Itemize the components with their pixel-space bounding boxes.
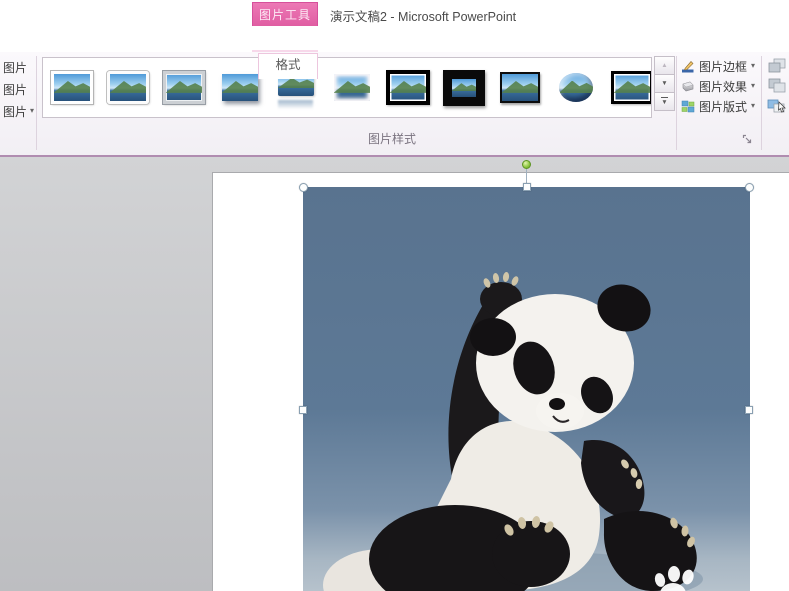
- adjust-item-label: 图片: [3, 81, 27, 98]
- title-bar: 图片工具 演示文稿2 - Microsoft PowerPoint: [0, 0, 789, 26]
- adjust-item-1[interactable]: 图片: [3, 58, 27, 76]
- style-thumb-metal-frame[interactable]: [161, 64, 206, 112]
- style-thumb-image: [107, 71, 149, 104]
- style-thumb-soft-edge-rectangle[interactable]: [329, 64, 374, 112]
- arrow-down-icon: ▼: [661, 99, 667, 106]
- tab-format[interactable]: 格式: [258, 53, 318, 79]
- resize-handle-top-right[interactable]: [745, 183, 754, 192]
- style-thumb-simple-frame-white[interactable]: [49, 64, 94, 112]
- style-thumb-image: [222, 74, 258, 101]
- picture-border-icon: [681, 59, 695, 73]
- style-thumb-simple-frame-black[interactable]: [497, 64, 542, 112]
- resize-handle-middle-left[interactable]: [299, 406, 307, 414]
- style-thumb-double-frame-black[interactable]: [385, 64, 430, 112]
- picture-layout-button[interactable]: 图片版式 ▾: [681, 97, 755, 115]
- chevron-down-icon: ▾: [751, 62, 755, 70]
- style-thumb-black-frame-white-inner[interactable]: [609, 64, 652, 112]
- picture-border-button[interactable]: 图片边框 ▾: [681, 57, 755, 75]
- group-separator: [36, 56, 37, 150]
- ribbon-format: 图片 图片 图片 ▾ ▲ ▼ ▼: [0, 52, 789, 157]
- dialog-launcher-icon[interactable]: [742, 133, 754, 145]
- gallery-scroll-down-button[interactable]: ▼: [654, 74, 675, 93]
- resize-handle-top-left[interactable]: [299, 183, 308, 192]
- ribbon-tab-row: 动画 幻灯片放映 审阅 视图 格式: [0, 26, 789, 52]
- picture-layout-label: 图片版式: [699, 98, 747, 115]
- powerpoint-window: 图片工具 演示文稿2 - Microsoft PowerPoint 动画 幻灯片…: [0, 0, 789, 591]
- style-thumb-image: [334, 74, 370, 101]
- style-thumb-rounded-white-frame[interactable]: [105, 64, 150, 112]
- style-thumb-image: [51, 71, 93, 104]
- style-thumb-thick-mat-black[interactable]: [441, 64, 486, 112]
- picture-border-label: 图片边框: [699, 58, 747, 75]
- picture-effects-label: 图片效果: [699, 78, 747, 95]
- panda-picture[interactable]: [303, 187, 750, 591]
- picture-effects-icon: [681, 79, 695, 93]
- chevron-down-icon: ▾: [751, 102, 755, 110]
- selection-pane-icon[interactable]: [766, 98, 789, 114]
- window-title: 演示文稿2 - Microsoft PowerPoint: [330, 6, 516, 25]
- chevron-down-icon: ▾: [30, 107, 34, 115]
- send-backward-icon[interactable]: [766, 78, 789, 94]
- chevron-down-icon: ▾: [751, 82, 755, 90]
- picture-styles-gallery: [42, 57, 652, 118]
- bring-forward-icon[interactable]: [766, 58, 789, 74]
- style-thumb-image: [559, 73, 593, 102]
- gallery-scroll-up-button[interactable]: ▲: [654, 56, 675, 75]
- picture-styles-group-label: 图片样式: [42, 130, 742, 147]
- gallery-scrollbar: ▲ ▼ ▼: [654, 57, 675, 111]
- style-thumb-image: [386, 70, 430, 105]
- style-thumb-drop-shadow-rectangle[interactable]: [217, 64, 262, 112]
- picture-effects-button[interactable]: 图片效果 ▾: [681, 77, 755, 95]
- style-thumb-image: [163, 71, 205, 104]
- group-separator: [761, 56, 762, 150]
- panda-photo-graphic: [303, 187, 750, 591]
- gallery-more-button[interactable]: ▼: [654, 92, 675, 111]
- style-thumb-metal-oval[interactable]: [553, 64, 598, 112]
- more-bar-icon: [661, 97, 668, 99]
- adjust-item-3[interactable]: 图片 ▾: [3, 102, 34, 120]
- slide-canvas-area: [0, 157, 789, 591]
- adjust-item-label: 图片: [3, 59, 27, 76]
- picture-layout-icon: [681, 99, 695, 113]
- style-thumb-image: [611, 71, 653, 104]
- adjust-item-label: 图片: [3, 103, 27, 120]
- style-thumb-image: [443, 70, 485, 106]
- resize-handle-middle-right[interactable]: [745, 406, 753, 414]
- arrow-down-icon: ▼: [661, 80, 667, 87]
- style-thumb-image: [500, 72, 540, 103]
- adjust-item-2[interactable]: 图片: [3, 80, 27, 98]
- rotate-handle[interactable]: [522, 160, 531, 169]
- contextual-tab-group-header: 图片工具: [252, 2, 318, 26]
- arrow-up-icon: ▲: [661, 62, 667, 69]
- resize-handle-top-center[interactable]: [523, 183, 531, 191]
